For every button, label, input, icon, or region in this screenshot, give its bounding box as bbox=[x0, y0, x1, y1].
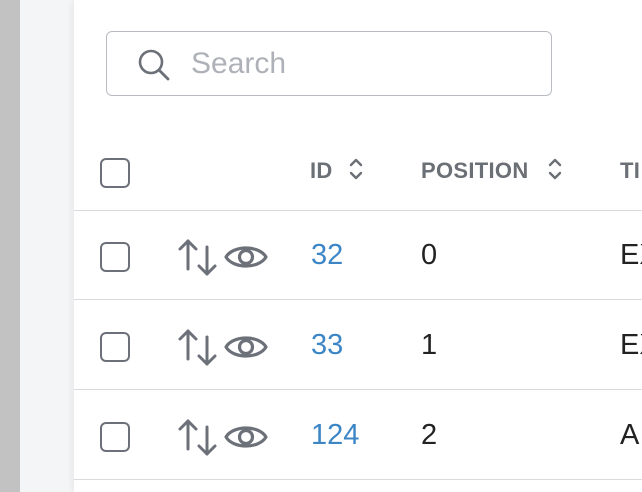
table-header-row: ID POSITION TI bbox=[74, 128, 642, 211]
search-icon bbox=[138, 49, 170, 81]
reorder-arrows-icon[interactable] bbox=[176, 417, 220, 457]
app-frame: ID POSITION TI bbox=[0, 0, 642, 492]
select-all-checkbox[interactable] bbox=[100, 158, 130, 188]
table-row[interactable]: 124 2 A bbox=[74, 391, 642, 480]
sort-icon[interactable] bbox=[547, 156, 563, 182]
row-id-link[interactable]: 124 bbox=[311, 419, 359, 452]
table-panel: ID POSITION TI bbox=[74, 0, 642, 492]
reorder-arrows-icon[interactable] bbox=[176, 237, 220, 277]
row-checkbox[interactable] bbox=[100, 332, 130, 362]
row-title: EX bbox=[620, 329, 642, 361]
reorder-arrows-icon[interactable] bbox=[176, 327, 220, 367]
eye-icon[interactable] bbox=[223, 420, 269, 454]
row-position: 1 bbox=[421, 329, 438, 361]
search-box[interactable] bbox=[106, 31, 552, 96]
row-id-link[interactable]: 33 bbox=[311, 329, 343, 362]
row-checkbox[interactable] bbox=[100, 422, 130, 452]
table-row[interactable]: 33 1 EX bbox=[74, 301, 642, 390]
eye-icon[interactable] bbox=[223, 240, 269, 274]
left-scrollbar[interactable] bbox=[0, 0, 20, 492]
row-position: 0 bbox=[421, 239, 438, 271]
row-position: 2 bbox=[421, 419, 438, 451]
row-checkbox[interactable] bbox=[100, 242, 130, 272]
sort-icon[interactable] bbox=[348, 156, 364, 182]
row-id-link[interactable]: 32 bbox=[311, 239, 343, 272]
table-row[interactable]: 32 0 EX bbox=[74, 211, 642, 300]
row-title: A bbox=[620, 419, 640, 451]
column-header-position[interactable]: POSITION bbox=[421, 158, 529, 184]
row-title: EX bbox=[620, 239, 642, 271]
eye-icon[interactable] bbox=[223, 330, 269, 364]
column-header-id[interactable]: ID bbox=[310, 158, 333, 184]
search-input[interactable] bbox=[191, 44, 531, 84]
left-gutter bbox=[20, 0, 74, 492]
column-header-title[interactable]: TI bbox=[620, 158, 640, 184]
